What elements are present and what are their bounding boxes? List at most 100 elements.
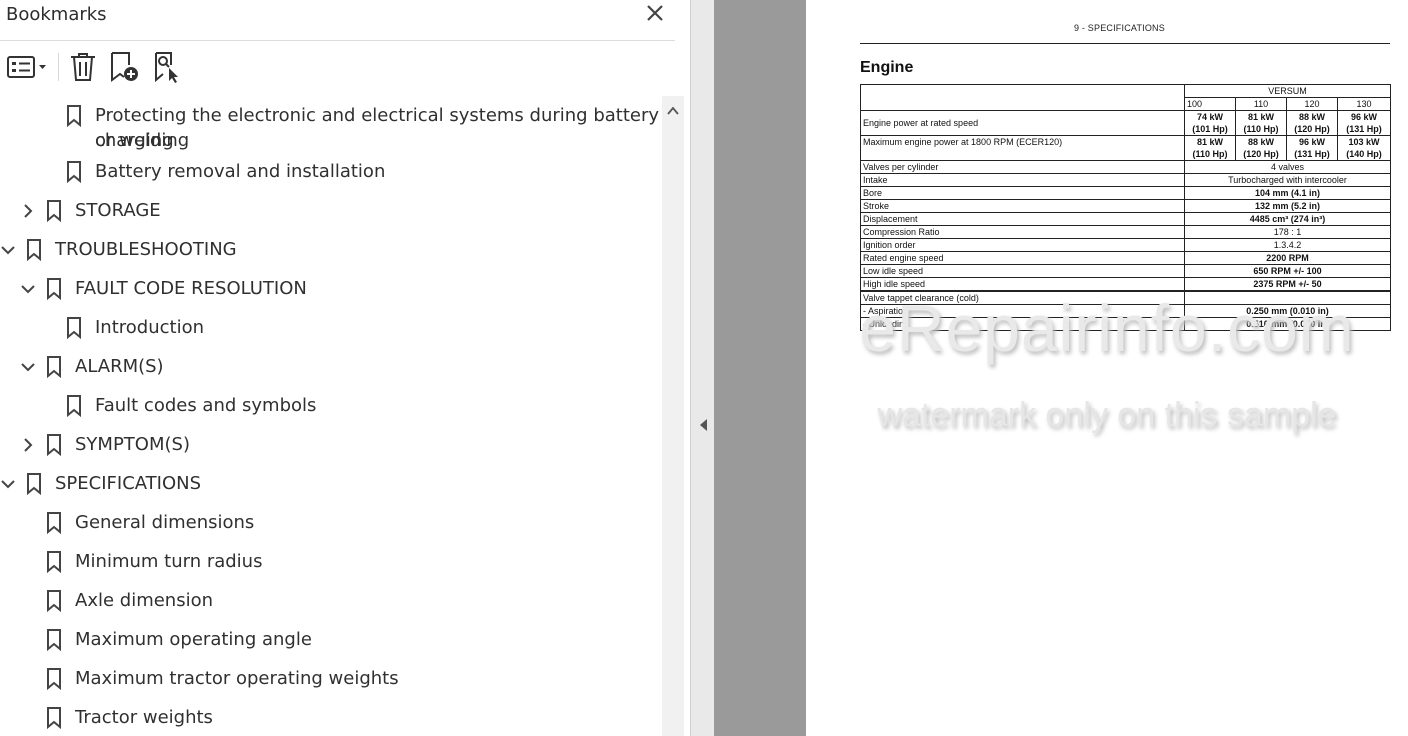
cell-line: (110 Hp): [1192, 149, 1228, 159]
bookmark-item[interactable]: Protecting the electronic and electrical…: [0, 101, 660, 153]
bookmark-icon: [67, 161, 81, 183]
bookmark-item[interactable]: Maximum operating angle: [0, 627, 660, 657]
table-row: Stroke 132 mm (5.2 in): [860, 199, 1392, 213]
bookmarks-tree: Protecting the electronic and electrical…: [0, 96, 662, 736]
row-label: High idle speed: [860, 277, 1185, 292]
bookmarks-header: Bookmarks: [0, 0, 675, 41]
bookmark-label: FAULT CODE RESOLUTION: [75, 278, 307, 299]
bookmark-item[interactable]: Fault codes and symbols: [0, 393, 660, 423]
cell-line: 88 kW: [1298, 112, 1325, 122]
watermark-subtext: watermark only on this sample: [877, 396, 1337, 434]
model-group-header: VERSUM: [1183, 84, 1392, 98]
bookmark-item[interactable]: Tractor weights: [0, 705, 660, 735]
panel-splitter[interactable]: [690, 0, 715, 736]
bookmark-label-continued: or welding: [95, 130, 190, 151]
bookmark-item[interactable]: Battery removal and installation: [0, 159, 660, 189]
bookmark-item[interactable]: Maximum tractor operating weights: [0, 666, 660, 696]
chevron-right-icon[interactable]: [20, 437, 36, 453]
bookmark-item[interactable]: General dimensions: [0, 510, 660, 540]
cell-line: (140 Hp): [1346, 149, 1382, 159]
bookmark-item[interactable]: Introduction: [0, 315, 660, 345]
bookmark-label: Introduction: [95, 317, 205, 338]
cell-line: 74 kW: [1196, 112, 1223, 122]
table-header-row: VERSUM: [860, 84, 1392, 111]
chevron-right-icon[interactable]: [20, 203, 36, 219]
document-background: [714, 0, 806, 736]
bookmark-icon: [27, 239, 41, 261]
bookmark-item[interactable]: Minimum turn radius: [0, 549, 660, 579]
row-label: Maximum engine power at 1800 RPM (ECER12…: [860, 135, 1185, 161]
bookmark-label: Fault codes and symbols: [95, 395, 317, 416]
row-label: Engine power at rated speed: [860, 110, 1185, 136]
bookmark-label: General dimensions: [75, 512, 255, 533]
table-cell: 96 kW (131 Hp): [1286, 135, 1338, 161]
chevron-down-icon[interactable]: [0, 476, 16, 492]
document-page: 9 - SPECIFICATIONS Engine VERSUM 100 110…: [806, 0, 1408, 736]
table-cell: 103 kW (140 Hp): [1336, 135, 1392, 161]
cell-line: (131 Hp): [1346, 124, 1382, 134]
bookmark-item[interactable]: SPECIFICATIONS: [0, 471, 660, 501]
chevron-down-icon[interactable]: [20, 359, 36, 375]
table-row: Displacement 4485 cm³ (274 in³): [860, 212, 1392, 226]
close-icon[interactable]: [644, 2, 666, 24]
options-menu-button[interactable]: [4, 50, 48, 84]
table-cell: 2200 RPM: [1183, 251, 1392, 265]
bookmarks-title: Bookmarks: [6, 4, 107, 25]
cell-line: (120 Hp): [1294, 124, 1330, 134]
chevron-down-icon[interactable]: [0, 242, 16, 258]
bookmark-item[interactable]: ALARM(S): [0, 354, 660, 384]
bookmark-item[interactable]: Axle dimension: [0, 588, 660, 618]
chevron-down-icon[interactable]: [20, 281, 36, 297]
table-cell: 650 RPM +/- 100: [1183, 264, 1392, 278]
new-bookmark-button[interactable]: [108, 50, 142, 84]
row-label: Ignition order: [860, 238, 1185, 252]
bookmarks-toolbar: [0, 41, 675, 95]
model-header: 100: [1184, 97, 1236, 111]
bookmarks-scrollbar[interactable]: [662, 96, 684, 736]
bookmark-label: Axle dimension: [75, 590, 214, 611]
trash-icon: [71, 53, 95, 81]
new-bookmark-icon: [111, 52, 138, 82]
table-row: Intake Turbocharged with intercooler: [860, 173, 1392, 187]
row-label: Low idle speed: [860, 264, 1185, 278]
table-cell: 2375 RPM +/- 50: [1183, 277, 1392, 292]
table-row: Engine power at rated speed 74 kW (101 Hp…: [860, 110, 1392, 136]
bookmarks-panel: Bookmarks Protecting the electronic and …: [0, 0, 690, 736]
header-rule: [860, 43, 1390, 44]
find-current-bookmark-button[interactable]: [150, 50, 184, 84]
bookmark-label: Maximum operating angle: [75, 629, 312, 650]
bookmark-item[interactable]: TROUBLESHOOTING: [0, 237, 660, 267]
table-cell: 74 kW (101 Hp): [1184, 110, 1236, 136]
row-label: Displacement: [860, 212, 1185, 226]
toolbar-separator: [58, 53, 59, 81]
bookmark-label: ALARM(S): [75, 356, 164, 377]
table-cell: 4485 cm³ (274 in³): [1183, 212, 1392, 226]
cell-line: (120 Hp): [1243, 149, 1279, 159]
table-row: Bore 104 mm (4.1 in): [860, 186, 1392, 200]
row-label: Stroke: [860, 199, 1185, 213]
table-row: Low idle speed 650 RPM +/- 100: [860, 264, 1392, 278]
row-label: Bore: [860, 186, 1185, 200]
bookmark-icon: [67, 395, 81, 417]
table-cell: 81 kW (110 Hp): [1235, 110, 1287, 136]
delete-bookmark-button[interactable]: [66, 50, 100, 84]
bookmark-item[interactable]: STORAGE: [0, 198, 660, 228]
table-cell: 104 mm (4.1 in): [1183, 186, 1392, 200]
bookmark-item[interactable]: SYMPTOM(S): [0, 432, 660, 462]
collapse-panel-icon[interactable]: [698, 418, 708, 432]
chevron-up-icon[interactable]: [666, 104, 680, 118]
row-label: Compression Ratio: [860, 225, 1185, 239]
bookmark-item[interactable]: FAULT CODE RESOLUTION: [0, 276, 660, 306]
bookmark-label: Battery removal and installation: [95, 161, 386, 182]
bookmark-label: STORAGE: [75, 200, 161, 221]
table-cell: Turbocharged with intercooler: [1183, 173, 1392, 187]
table-row: Ignition order 1.3.4.2: [860, 238, 1392, 252]
table-cell: 81 kW (110 Hp): [1184, 135, 1236, 161]
row-label: Intake: [860, 173, 1185, 187]
cell-line: 96 kW: [1298, 137, 1325, 147]
table-cell: 96 kW (131 Hp): [1336, 110, 1392, 136]
bookmark-label: Tractor weights: [75, 707, 213, 728]
bookmark-icon: [47, 356, 61, 378]
bookmark-icon: [67, 317, 81, 339]
page-header: 9 - SPECIFICATIONS: [1074, 23, 1165, 33]
